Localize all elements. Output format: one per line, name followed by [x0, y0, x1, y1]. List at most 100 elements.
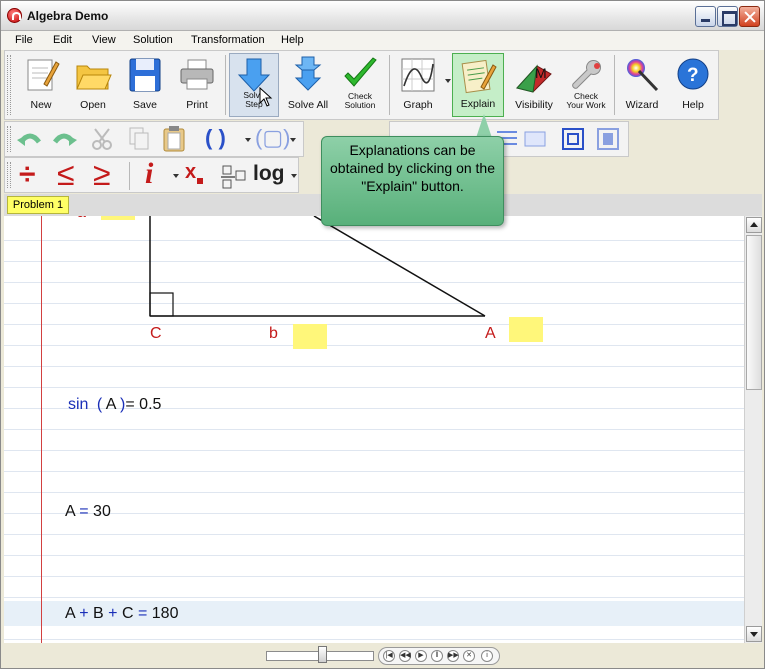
- playback-controls: |◀ ◀◀ ▶ ‖ ▶▶ ✕ i: [378, 647, 500, 665]
- wizard-label: Wizard: [625, 99, 659, 111]
- playback-bar: |◀ ◀◀ ▶ ‖ ▶▶ ✕ i: [4, 643, 762, 668]
- menu-help[interactable]: Help: [281, 34, 304, 46]
- folder-icon: [76, 65, 112, 90]
- check-your-work-button[interactable]: Check Your Work: [560, 53, 612, 117]
- main-toolbar: New Open Save Print Solve Step Solve All…: [4, 50, 719, 120]
- bracket-box-icon[interactable]: (▢): [255, 125, 290, 151]
- play-icon[interactable]: ▶: [415, 650, 427, 662]
- graph-button[interactable]: Graph: [393, 53, 443, 117]
- app-window: Algebra Demo File Edit View Solution Tra…: [0, 0, 765, 669]
- title-bar: Algebra Demo: [1, 1, 764, 31]
- explain-tooltip: Explanations can be obtained by clicking…: [321, 136, 504, 226]
- printer-icon: [180, 59, 214, 90]
- print-button[interactable]: Print: [173, 53, 221, 117]
- edit-toolbar: ( ) (▢): [4, 121, 304, 157]
- subscript-button[interactable]: x: [185, 161, 204, 184]
- menu-view[interactable]: View: [92, 34, 116, 46]
- open-button[interactable]: Open: [69, 53, 117, 117]
- new-button[interactable]: New: [17, 53, 65, 117]
- info-button[interactable]: i: [145, 157, 153, 191]
- vertex-a-label: A: [485, 325, 496, 342]
- help-button[interactable]: ? Help: [669, 53, 717, 117]
- playback-slider-knob[interactable]: [318, 646, 327, 663]
- save-label: Save: [133, 99, 157, 111]
- parentheses-icon[interactable]: ( ): [205, 125, 226, 151]
- equation-a-value[interactable]: A = 30: [65, 503, 111, 521]
- toolbar-grip[interactable]: [7, 162, 11, 188]
- less-equal-button[interactable]: ≤: [57, 156, 75, 193]
- menu-edit[interactable]: Edit: [53, 34, 72, 46]
- copy-icon[interactable]: [127, 126, 151, 152]
- info-dropdown-icon[interactable]: [173, 174, 179, 178]
- scroll-up-button[interactable]: [746, 217, 762, 233]
- scissors-icon[interactable]: [91, 127, 115, 151]
- maximize-button[interactable]: [717, 6, 738, 27]
- greater-equal-button[interactable]: ≥: [93, 156, 111, 193]
- scroll-down-button[interactable]: [746, 626, 762, 642]
- tab-problem-1[interactable]: Problem 1: [7, 196, 69, 214]
- save-button[interactable]: Save: [121, 53, 169, 117]
- bracket-dropdown-icon[interactable]: [290, 138, 296, 142]
- equation-angle-sum[interactable]: A + B + C = 180: [65, 605, 178, 623]
- worksheet[interactable]: a C b A sin ( A )= 0.5 A = 30 A + B + C …: [4, 216, 744, 643]
- window-title: Algebra Demo: [27, 9, 109, 23]
- help-icon: ?: [677, 58, 709, 90]
- new-label: New: [30, 99, 52, 111]
- redo-icon[interactable]: [51, 128, 77, 150]
- frame-icon[interactable]: [560, 126, 586, 152]
- rewind-icon[interactable]: ◀◀: [399, 650, 411, 662]
- fraction-icon[interactable]: [221, 163, 249, 189]
- info-icon[interactable]: i: [481, 650, 493, 662]
- side-a-label: a: [77, 216, 86, 222]
- wizard-button[interactable]: Wizard: [617, 53, 667, 117]
- solve-step-button[interactable]: Solve Step: [229, 53, 279, 117]
- vertex-a-value-box[interactable]: [509, 317, 543, 342]
- side-a-value-box[interactable]: [101, 216, 135, 220]
- graph-dropdown-icon[interactable]: [445, 79, 451, 83]
- fast-forward-icon[interactable]: ▶▶: [447, 650, 459, 662]
- scroll-thumb[interactable]: [746, 235, 762, 390]
- wrench-icon: [572, 60, 601, 89]
- check-solution-label: Check Solution: [344, 91, 376, 110]
- explain-button[interactable]: Explain: [452, 53, 504, 117]
- stop-icon[interactable]: ✕: [463, 650, 475, 662]
- tooltip-pointer: [476, 114, 492, 138]
- divide-button[interactable]: ÷: [19, 158, 35, 192]
- parentheses-dropdown-icon[interactable]: [245, 138, 251, 142]
- close-button[interactable]: [739, 6, 760, 27]
- check-solution-button[interactable]: Check Solution: [335, 53, 385, 117]
- graph-label: Graph: [403, 99, 433, 111]
- check-your-work-label: Check Your Work: [566, 91, 606, 110]
- log-button[interactable]: log: [253, 162, 285, 186]
- side-b-value-box[interactable]: [293, 324, 327, 349]
- undo-icon[interactable]: [17, 128, 43, 150]
- vertical-scrollbar[interactable]: [744, 216, 762, 643]
- minimize-button[interactable]: [695, 6, 716, 27]
- checkmark-icon: [344, 57, 377, 87]
- menu-solution[interactable]: Solution: [133, 34, 173, 46]
- math-toolbar: ÷ ≤ ≥ i x log: [4, 156, 299, 193]
- visibility-icon: M: [516, 64, 552, 93]
- side-b-label: b: [269, 325, 278, 342]
- pause-icon[interactable]: ‖: [431, 650, 443, 662]
- triangle-diagram: [149, 216, 486, 317]
- menu-file[interactable]: File: [15, 34, 33, 46]
- toolbar-grip[interactable]: [7, 55, 11, 115]
- toolbar-separator: [225, 55, 226, 115]
- visibility-button[interactable]: M Visibility: [508, 53, 560, 117]
- filled-frame-icon[interactable]: [595, 126, 621, 152]
- paste-icon[interactable]: [161, 125, 187, 153]
- log-dropdown-icon[interactable]: [291, 174, 297, 178]
- menu-transformation[interactable]: Transformation: [191, 34, 265, 46]
- toolbar-separator: [129, 162, 130, 190]
- visibility-label: Visibility: [515, 99, 553, 111]
- first-frame-icon[interactable]: |◀: [383, 650, 395, 662]
- svg-text:M: M: [535, 65, 547, 81]
- toolbar-grip[interactable]: [7, 126, 11, 152]
- toolbar-separator: [389, 55, 390, 115]
- solve-all-button[interactable]: Solve All: [283, 53, 333, 117]
- equation-sin[interactable]: sin ( A )= 0.5: [68, 396, 161, 414]
- indent-icon[interactable]: [523, 128, 547, 150]
- graph-icon: [401, 58, 435, 92]
- help-label: Help: [682, 99, 704, 111]
